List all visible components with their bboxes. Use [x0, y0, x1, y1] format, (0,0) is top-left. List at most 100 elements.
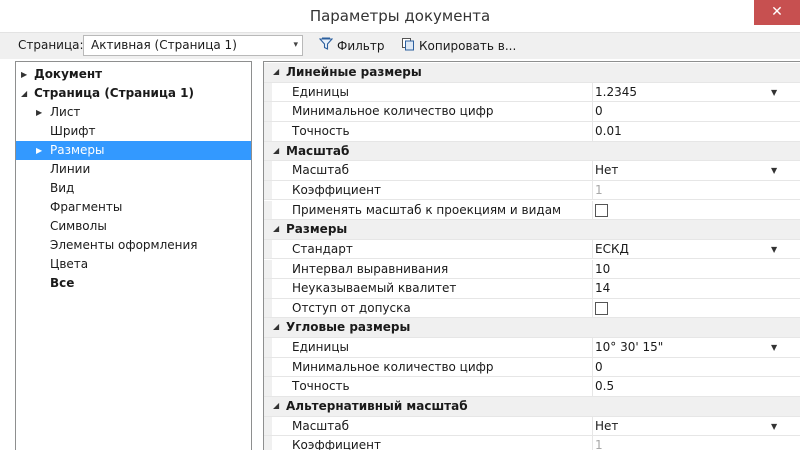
property-row[interactable]: Единицы 1.2345 ▼ [264, 82, 800, 103]
expand-arrow-icon[interactable]: ▶ [36, 103, 42, 122]
property-row[interactable]: Неуказываемый квалитет 14 [264, 279, 800, 299]
window-title: Параметры документа [309, 7, 491, 25]
chevron-down-icon[interactable]: ▼ [771, 245, 777, 254]
column-divider [592, 279, 593, 298]
property-section[interactable]: ◢ Линейные размеры [264, 63, 800, 83]
property-name: Точность [292, 123, 350, 138]
property-value[interactable]: ЕСКД [595, 242, 629, 256]
tree-item[interactable]: Фрагменты [16, 198, 251, 217]
tree-item[interactable]: Цвета [16, 255, 251, 274]
property-name: Отступ от допуска [292, 300, 411, 315]
property-name: Минимальное количество цифр [292, 104, 494, 119]
property-value[interactable]: 0 [595, 104, 603, 118]
property-name: Применять масштаб к проекциям и видам [292, 202, 562, 217]
property-row[interactable]: Коэффициент 1 [264, 436, 800, 450]
column-divider [592, 259, 593, 279]
tree-item[interactable]: ▶ Документ [16, 65, 251, 84]
property-row[interactable]: Стандарт ЕСКД ▼ [264, 239, 800, 260]
column-divider [592, 436, 593, 450]
collapse-arrow-icon[interactable]: ◢ [273, 224, 279, 233]
collapse-arrow-icon[interactable]: ◢ [273, 67, 279, 76]
collapse-arrow-icon[interactable]: ◢ [273, 146, 279, 155]
tree-item-label: Лист [50, 105, 81, 119]
expand-arrow-icon[interactable]: ▶ [36, 141, 42, 160]
row-gutter [264, 259, 272, 279]
property-row[interactable]: Точность 0.5 [264, 377, 800, 397]
copy-icon [401, 37, 415, 56]
row-gutter [264, 121, 272, 141]
property-row[interactable]: Применять масштаб к проекциям и видам [264, 200, 800, 221]
filter-button[interactable]: Фильтр [318, 37, 384, 56]
chevron-down-icon[interactable]: ▼ [771, 422, 777, 431]
row-gutter [264, 102, 272, 121]
filter-icon [318, 37, 334, 56]
chevron-down-icon[interactable]: ▼ [771, 88, 777, 97]
column-divider [592, 239, 593, 259]
column-divider [592, 102, 593, 121]
property-section[interactable]: ◢ Размеры [264, 220, 800, 240]
column-divider [592, 298, 593, 318]
tree-item[interactable]: Вид [16, 179, 251, 198]
property-checkbox[interactable] [595, 301, 608, 315]
property-value: 1 [595, 182, 603, 197]
category-tree: ▶ Документ ◢ Страница (Страница 1) ▶ Лист Шриф… [15, 61, 252, 450]
tree-item[interactable]: ▶ Размеры [16, 141, 251, 160]
property-name: Коэффициент [292, 182, 381, 197]
column-divider [592, 161, 593, 180]
collapse-arrow-icon[interactable]: ◢ [21, 84, 27, 103]
property-row[interactable]: Интервал выравнивания 10 [264, 259, 800, 280]
tree-item[interactable]: ▶ Лист [16, 103, 251, 122]
page-select[interactable]: Активная (Страница 1) ▾ [83, 35, 303, 56]
property-row[interactable]: Коэффициент 1 [264, 180, 800, 201]
property-value[interactable]: 10 [595, 262, 610, 276]
tree-item[interactable]: Элементы оформления [16, 236, 251, 255]
close-button[interactable]: ✕ [754, 0, 800, 25]
close-icon: ✕ [771, 4, 783, 20]
property-section[interactable]: ◢ Альтернативный масштаб [264, 397, 800, 417]
section-label: Размеры [286, 222, 348, 237]
row-gutter [264, 357, 272, 377]
property-value[interactable]: 1.2345 [595, 85, 637, 99]
expand-arrow-icon[interactable]: ▶ [21, 65, 27, 84]
collapse-arrow-icon[interactable]: ◢ [273, 322, 279, 331]
property-value[interactable]: Нет [595, 419, 618, 433]
property-row[interactable]: Отступ от допуска [264, 298, 800, 319]
property-row[interactable]: Масштаб Нет ▼ [264, 161, 800, 181]
tree-item[interactable]: Шрифт [16, 122, 251, 141]
section-label: Масштаб [286, 143, 350, 158]
tree-item[interactable]: ◢ Страница (Страница 1) [16, 84, 251, 103]
tree-item[interactable]: Все [16, 274, 251, 293]
property-value[interactable]: Нет [595, 163, 618, 177]
property-section[interactable]: ◢ Угловые размеры [264, 318, 800, 339]
tree-item-label: Шрифт [50, 124, 96, 138]
collapse-arrow-icon[interactable]: ◢ [273, 401, 279, 410]
property-name: Интервал выравнивания [292, 261, 449, 276]
property-checkbox[interactable] [595, 203, 608, 217]
chevron-down-icon[interactable]: ▼ [771, 166, 777, 175]
property-row[interactable]: Масштаб Нет ▼ [264, 416, 800, 437]
column-divider [592, 377, 593, 396]
property-row[interactable]: Минимальное количество цифр 0 [264, 102, 800, 122]
tree-item-label: Вид [50, 181, 75, 195]
property-row[interactable]: Единицы 10° 30' 15" ▼ [264, 338, 800, 358]
property-value[interactable]: 10° 30' 15" [595, 340, 663, 354]
property-row[interactable]: Точность 0.01 [264, 121, 800, 142]
row-gutter [264, 298, 272, 318]
column-divider [592, 416, 593, 436]
property-row[interactable]: Минимальное количество цифр 0 [264, 357, 800, 378]
property-value[interactable]: 0.01 [595, 124, 622, 138]
tree-item-label: Страница (Страница 1) [34, 86, 194, 100]
tree-item[interactable]: Линии [16, 160, 251, 179]
property-value[interactable]: 0.5 [595, 379, 614, 393]
chevron-down-icon[interactable]: ▼ [771, 343, 777, 352]
copy-label: Копировать в... [419, 39, 517, 53]
tree-item-label: Фрагменты [50, 200, 123, 214]
row-gutter [264, 338, 272, 357]
tree-item[interactable]: Символы [16, 217, 251, 236]
column-divider [592, 180, 593, 200]
property-name: Масштаб [292, 418, 350, 433]
copy-to-button[interactable]: Копировать в... [401, 37, 516, 56]
property-value[interactable]: 14 [595, 281, 610, 295]
property-section[interactable]: ◢ Масштаб [264, 141, 800, 162]
property-value[interactable]: 0 [595, 360, 603, 374]
